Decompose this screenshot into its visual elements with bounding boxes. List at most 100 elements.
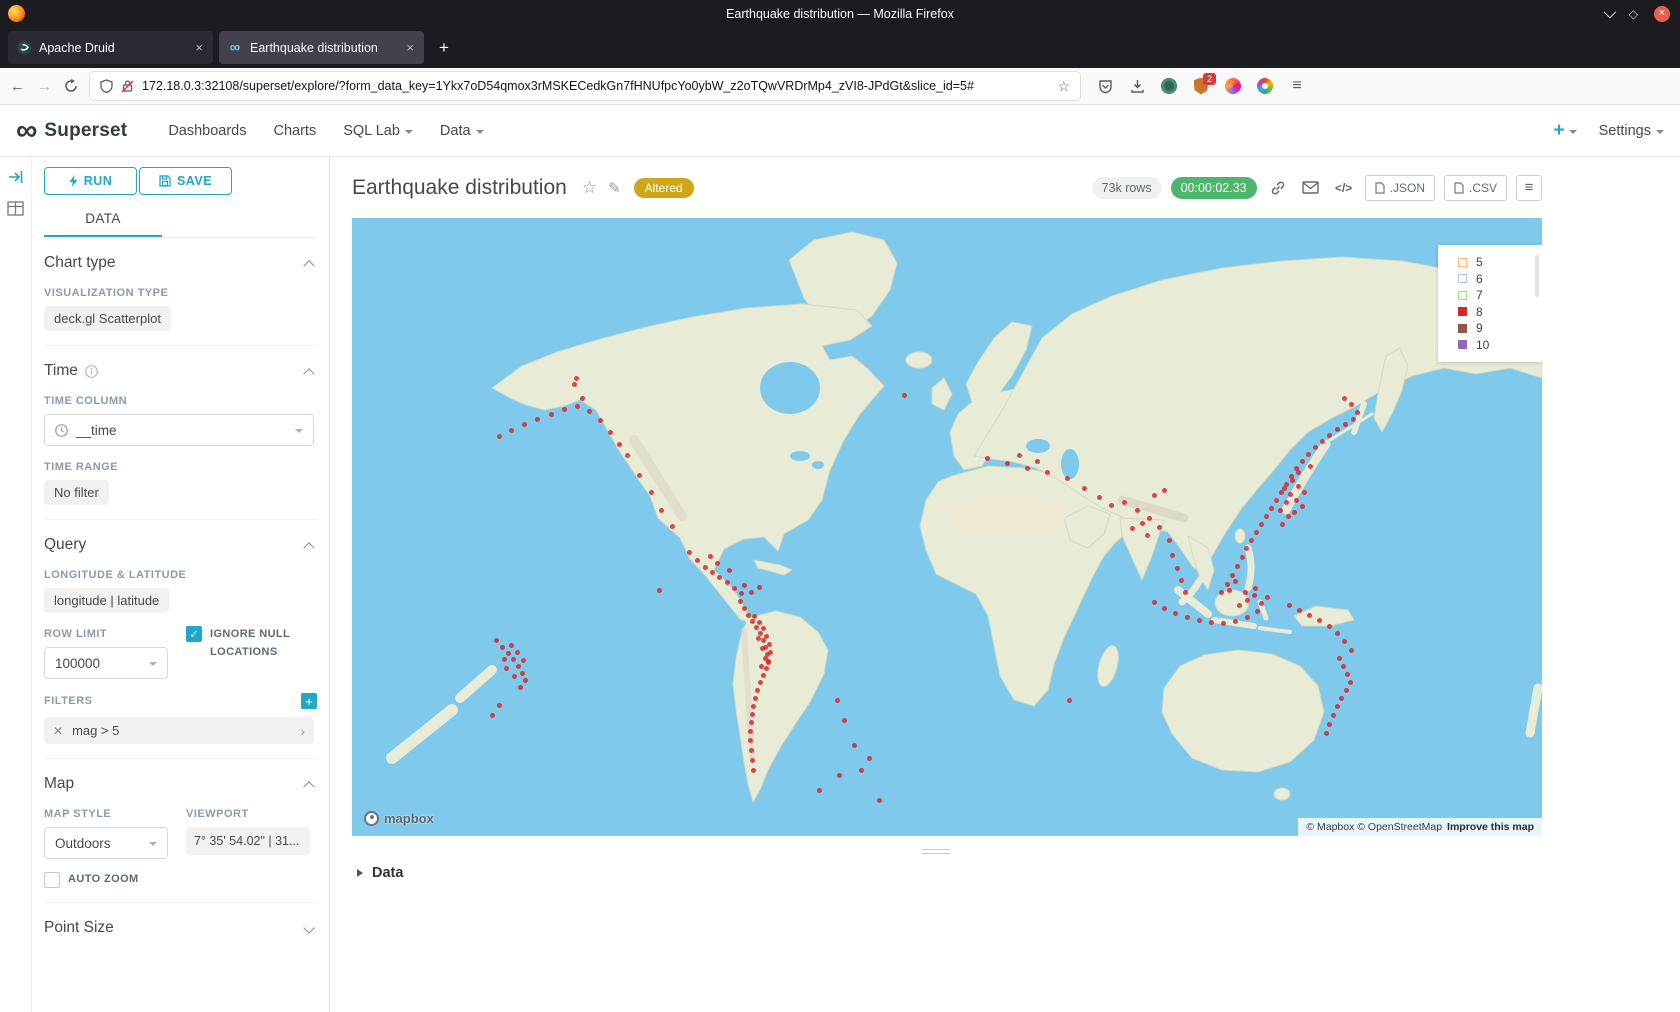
tracking-shield-icon[interactable]: [100, 79, 113, 93]
scatter-point: [752, 614, 757, 619]
scatter-point: [867, 756, 872, 761]
datasource-grid-icon[interactable]: [7, 201, 24, 216]
remove-filter-icon[interactable]: ✕: [53, 724, 63, 738]
tab-data[interactable]: DATA: [44, 211, 162, 237]
extension-green-icon[interactable]: [1160, 77, 1178, 95]
nav-sql-lab[interactable]: SQL Lab: [343, 123, 413, 139]
tab-earthquake-distribution[interactable]: ∞ Earthquake distribution ×: [219, 31, 424, 64]
time-column-select[interactable]: __time: [44, 414, 314, 446]
map-style-select[interactable]: Outdoors: [44, 827, 168, 859]
new-tab-button[interactable]: +: [430, 34, 458, 62]
scatter-point: [598, 418, 603, 423]
add-filter-button[interactable]: +: [301, 693, 317, 709]
export-json-button[interactable]: .JSON: [1365, 175, 1435, 201]
time-range-value[interactable]: No filter: [44, 480, 109, 505]
nav-dashboards[interactable]: Dashboards: [168, 123, 246, 139]
scatter-point: [1243, 590, 1248, 595]
nav-data[interactable]: Data: [440, 123, 484, 139]
section-header[interactable]: Query: [44, 536, 317, 554]
row-limit-select[interactable]: 100000: [44, 647, 168, 679]
scatter-point: [1179, 578, 1184, 583]
scatter-point: [1290, 478, 1295, 483]
legend-item[interactable]: 6: [1458, 271, 1542, 288]
edit-title-icon[interactable]: ✎: [608, 179, 621, 197]
new-button[interactable]: +: [1553, 120, 1576, 142]
tab-close-icon[interactable]: ×: [404, 40, 416, 55]
tab-apache-druid[interactable]: Apache Druid ×: [8, 31, 213, 64]
run-button[interactable]: RUN: [44, 167, 137, 195]
scatter-point: [1145, 533, 1150, 538]
back-button[interactable]: ←: [10, 78, 25, 95]
tab-close-icon[interactable]: ×: [193, 40, 205, 55]
legend-label: 10: [1476, 338, 1489, 352]
ignore-null-checkbox[interactable]: ✓: [186, 626, 202, 642]
data-panel-toggle[interactable]: Data: [357, 865, 1680, 881]
email-icon[interactable]: [1299, 176, 1323, 200]
app-menu-icon[interactable]: ≡: [1288, 77, 1306, 95]
improve-map-link[interactable]: Improve this map: [1447, 821, 1534, 833]
chart-menu-button[interactable]: ≡: [1516, 175, 1542, 201]
mapbox-logo[interactable]: mapbox: [364, 811, 434, 826]
chevron-down-icon: [303, 922, 314, 933]
section-time: Time TIME COLUMN __time TIME RANGE No fi…: [44, 346, 317, 520]
section-header[interactable]: Point Size: [44, 919, 317, 937]
window-shade-icon[interactable]: [1603, 6, 1616, 19]
druid-icon: [16, 40, 32, 56]
deckgl-map[interactable]: 567 8910 mapbox © Mapbox © OpenStreetMap …: [352, 218, 1542, 836]
embed-code-icon[interactable]: </>: [1332, 176, 1356, 200]
collapse-panel-icon[interactable]: [8, 169, 24, 185]
lonlat-value[interactable]: longitude | latitude: [44, 588, 169, 613]
scatter-point: [1249, 538, 1254, 543]
window-maximize-icon[interactable]: ◇: [1629, 8, 1638, 20]
scatter-point: [763, 656, 768, 661]
account-avatar-icon[interactable]: [1224, 77, 1242, 95]
reload-button[interactable]: [64, 79, 78, 93]
query-timer-badge: 00:00:02.33: [1171, 177, 1257, 199]
section-header[interactable]: Map: [44, 775, 317, 793]
chevron-right-icon: [357, 869, 363, 877]
share-link-icon[interactable]: [1266, 176, 1290, 200]
pocket-icon[interactable]: [1096, 77, 1114, 95]
scatter-point: [1237, 603, 1242, 608]
legend-item[interactable]: 8: [1458, 304, 1542, 321]
viz-type-value[interactable]: deck.gl Scatterplot: [44, 306, 171, 331]
legend-item[interactable]: 7: [1458, 287, 1542, 304]
section-header[interactable]: Time: [44, 362, 317, 380]
time-column-value: __time: [76, 423, 117, 438]
url-bar[interactable]: 172.18.0.3:32108/superset/explore/?form_…: [90, 72, 1080, 100]
attribution-text[interactable]: © Mapbox © OpenStreetMap: [1306, 821, 1442, 833]
export-csv-button[interactable]: .CSV: [1444, 175, 1507, 201]
legend-item[interactable]: 9: [1458, 320, 1542, 337]
map-attribution: © Mapbox © OpenStreetMap Improve this ma…: [1298, 818, 1542, 836]
window-close-icon[interactable]: ×: [1654, 6, 1670, 22]
auto-zoom-checkbox[interactable]: [44, 872, 60, 888]
scatter-point: [1173, 611, 1178, 616]
viz-type-label: VISUALIZATION TYPE: [44, 287, 317, 299]
scatter-point: [1335, 704, 1340, 709]
insecure-lock-icon[interactable]: [121, 79, 134, 93]
section-header[interactable]: Chart type: [44, 254, 317, 272]
bookmark-star-icon[interactable]: ☆: [1057, 78, 1070, 95]
viewport-value[interactable]: 7° 35' 54.02" | 31...: [186, 827, 310, 855]
panel-resize-handle[interactable]: [330, 849, 1542, 854]
legend-label: 7: [1476, 288, 1483, 302]
legend-item[interactable]: 10: [1458, 337, 1542, 354]
filter-chip[interactable]: ✕ mag > 5 ›: [44, 717, 314, 744]
scatter-point: [687, 550, 692, 555]
scatter-point: [1225, 582, 1230, 587]
downloads-icon[interactable]: [1128, 77, 1146, 95]
scatter-point: [516, 664, 521, 669]
altered-badge[interactable]: Altered: [634, 178, 694, 198]
save-button[interactable]: SAVE: [139, 167, 232, 195]
nav-charts[interactable]: Charts: [274, 123, 317, 139]
nav-settings[interactable]: Settings: [1599, 123, 1664, 139]
superset-logo[interactable]: ∞ Superset: [16, 119, 127, 143]
forward-button[interactable]: →: [37, 78, 52, 95]
url-text[interactable]: 172.18.0.3:32108/superset/explore/?form_…: [142, 79, 1049, 93]
extension-pinwheel-icon[interactable]: [1256, 77, 1274, 95]
legend-item[interactable]: 5: [1458, 254, 1542, 271]
favorite-star-icon[interactable]: ☆: [582, 178, 597, 198]
tab-bar: Apache Druid × ∞ Earthquake distribution…: [0, 27, 1680, 68]
extension-shield-icon[interactable]: 2: [1192, 77, 1210, 95]
legend-swatch: [1458, 307, 1467, 316]
